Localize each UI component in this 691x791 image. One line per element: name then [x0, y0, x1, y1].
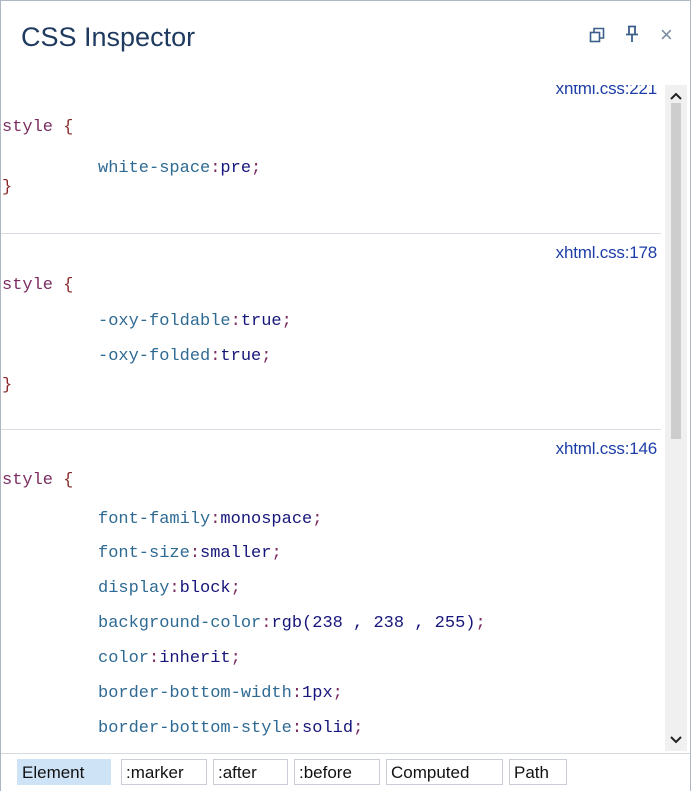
- title-bar: CSS Inspector ×: [1, 1, 690, 85]
- rule-separator: [1, 233, 661, 234]
- declaration[interactable]: color:inherit;: [98, 649, 241, 668]
- close-brace: }: [2, 178, 13, 197]
- declaration-semicolon: ;: [230, 649, 241, 668]
- declaration-semicolon: ;: [332, 684, 343, 703]
- declaration[interactable]: -oxy-foldable:true;: [98, 312, 292, 331]
- declaration-colon: :: [210, 347, 221, 366]
- declaration-colon: :: [169, 579, 180, 598]
- restore-icon-graphic: [589, 27, 605, 43]
- declaration-colon: :: [261, 614, 272, 633]
- restore-icon[interactable]: [589, 27, 605, 47]
- close-brace: }: [2, 376, 13, 395]
- declaration-semicolon: ;: [271, 544, 282, 563]
- scroll-up-icon[interactable]: [665, 85, 687, 105]
- rule-selector-line: style {: [2, 118, 73, 137]
- declaration-colon: :: [210, 510, 221, 529]
- declaration-colon: :: [291, 684, 303, 703]
- tab-after[interactable]: :after: [213, 759, 288, 785]
- declaration-property: white-space: [98, 159, 211, 178]
- declaration-property: color: [98, 649, 150, 668]
- open-brace: {: [63, 276, 74, 295]
- declaration-value: solid: [302, 719, 354, 738]
- declaration[interactable]: white-space:pre;: [98, 159, 261, 178]
- declaration[interactable]: font-family:monospace;: [98, 510, 322, 529]
- declaration-property: border-bottom-style: [98, 719, 292, 738]
- panel-title: CSS Inspector: [21, 22, 196, 52]
- declaration-value: true: [220, 347, 262, 366]
- rule-selector: style: [2, 276, 54, 295]
- declaration-semicolon: ;: [475, 614, 486, 633]
- css-inspector-panel: CSS Inspector × xhtml.css:221 style { wh…: [0, 0, 691, 791]
- pin-icon-graphic: [626, 25, 638, 42]
- chevron-up-icon: [670, 92, 682, 100]
- declaration-value: monospace: [220, 510, 313, 529]
- rule-selector: style: [2, 118, 54, 137]
- rule-source-link[interactable]: xhtml.css:178: [556, 243, 658, 263]
- declaration-property: font-size: [98, 544, 190, 563]
- declaration-colon: :: [149, 649, 160, 668]
- tab-computed[interactable]: Computed: [386, 759, 503, 785]
- tab-before[interactable]: :before: [294, 759, 380, 785]
- declaration[interactable]: background-color:rgb(238 , 238 , 255);: [98, 614, 486, 633]
- rules-list: xhtml.css:221 style { white-space:pre; }…: [1, 85, 661, 751]
- declaration-property: background-color: [98, 614, 262, 633]
- inspector-tabs: Element :marker :after :before Computed …: [1, 753, 690, 791]
- close-icon[interactable]: ×: [660, 24, 673, 46]
- declaration-value: rgb(238 , 238 , 255): [271, 614, 476, 633]
- declaration-property: display: [98, 579, 170, 598]
- tab-marker[interactable]: :marker: [121, 759, 207, 785]
- rule-source-link[interactable]: xhtml.css:221: [556, 85, 658, 99]
- declaration-colon: :: [230, 312, 241, 331]
- declaration-semicolon: ;: [281, 312, 292, 331]
- tab-path[interactable]: Path: [509, 759, 567, 785]
- close-brace-line: }: [2, 178, 12, 197]
- declaration-semicolon: ;: [353, 719, 364, 738]
- declaration-semicolon: ;: [312, 510, 323, 529]
- rule-selector-line: style {: [2, 471, 73, 490]
- declaration-value: true: [240, 312, 282, 331]
- declaration-property: font-family: [98, 510, 211, 529]
- close-brace-line: }: [2, 376, 12, 395]
- declaration-value: inherit: [159, 649, 231, 668]
- scrollbar-thumb[interactable]: [671, 103, 681, 439]
- declaration-value: 1px: [302, 684, 333, 703]
- rule-selector: style: [2, 471, 54, 490]
- tab-element[interactable]: Element: [17, 759, 111, 785]
- declaration-value: smaller: [200, 544, 272, 563]
- declaration-semicolon: ;: [261, 347, 272, 366]
- chevron-down-icon: [670, 736, 682, 744]
- declaration-colon: :: [210, 159, 221, 178]
- declaration-semicolon: ;: [251, 159, 262, 178]
- declaration[interactable]: border-bottom-style:solid;: [98, 719, 363, 738]
- rule-source-link[interactable]: xhtml.css:146: [556, 439, 658, 459]
- open-brace: {: [63, 471, 74, 490]
- declaration[interactable]: border-bottom-width:1px;: [98, 684, 343, 703]
- pin-icon[interactable]: [625, 25, 639, 47]
- declaration[interactable]: -oxy-folded:true;: [98, 347, 271, 366]
- declaration-semicolon: ;: [230, 579, 241, 598]
- rule-separator: [1, 429, 661, 430]
- declaration-colon: :: [291, 719, 303, 738]
- declaration[interactable]: font-size:smaller;: [98, 544, 282, 563]
- declaration[interactable]: display:block;: [98, 579, 241, 598]
- scroll-down-icon[interactable]: [665, 729, 687, 749]
- declaration-property: border-bottom-width: [98, 684, 292, 703]
- open-brace: {: [63, 118, 74, 137]
- rule-selector-line: style {: [2, 276, 73, 295]
- declaration-value: block: [179, 579, 231, 598]
- declaration-value: pre: [220, 159, 252, 178]
- declaration-property: -oxy-foldable: [98, 312, 231, 331]
- declaration-property: -oxy-folded: [98, 347, 211, 366]
- declaration-colon: :: [189, 544, 201, 563]
